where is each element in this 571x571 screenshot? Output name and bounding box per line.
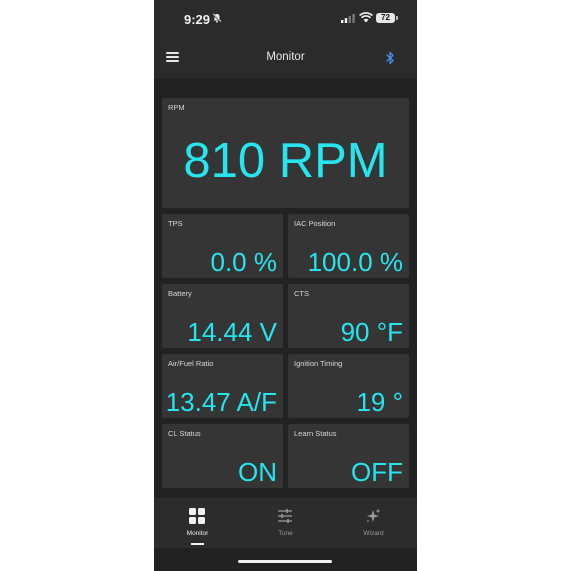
grid-icon [189, 508, 205, 524]
ignition-timing-value: 19 ° [356, 387, 403, 417]
page-title: Monitor [266, 51, 305, 63]
nav-monitor[interactable]: Monitor [154, 498, 241, 548]
iac-position-card: IAC Position 100.0 % [288, 214, 409, 278]
cl-status-value: ON [238, 457, 277, 487]
nav-tune-label: Tune [278, 530, 293, 537]
bell-muted-icon [212, 13, 222, 23]
battery-label: Battery [168, 289, 192, 298]
sparkle-icon [366, 508, 381, 523]
tps-value: 0.0 % [210, 247, 278, 277]
tps-card: TPS 0.0 % [162, 214, 283, 278]
nav-wizard-label: Wizard [363, 530, 384, 537]
nav-monitor-label: Monitor [186, 530, 209, 537]
tps-label: TPS [168, 219, 183, 228]
rpm-card: RPM 810 RPM [162, 98, 409, 208]
rpm-label: RPM [168, 103, 185, 112]
battery-indicator: 72 [376, 13, 395, 23]
active-tab-indicator [191, 543, 204, 545]
bottom-navigation: Monitor Tune Wizard [154, 498, 417, 548]
iac-position-label: IAC Position [294, 219, 336, 228]
learn-status-card: Learn Status OFF [288, 424, 409, 488]
wifi-icon [359, 12, 373, 23]
air-fuel-ratio-card: Air/Fuel Ratio 13.47 A/F [162, 354, 283, 418]
cts-card: CTS 90 °F [288, 284, 409, 348]
cellular-signal-icon [341, 14, 355, 23]
learn-status-value: OFF [351, 457, 403, 487]
phone-screen: 9:29 72 Monitor RPM 810 RPM TPS 0.0 % IA… [154, 0, 417, 571]
home-indicator[interactable] [238, 560, 332, 563]
home-indicator-area [154, 548, 417, 571]
status-time: 9:29 [184, 12, 211, 27]
iac-position-value: 100.0 % [307, 247, 403, 277]
app-header: Monitor [154, 38, 417, 78]
air-fuel-ratio-value: 13.47 A/F [165, 387, 277, 417]
air-fuel-ratio-label: Air/Fuel Ratio [168, 359, 214, 368]
bluetooth-icon[interactable] [384, 51, 396, 65]
battery-value: 14.44 V [187, 317, 277, 347]
ignition-timing-card: Ignition Timing 19 ° [288, 354, 409, 418]
sliders-icon [278, 509, 292, 523]
cl-status-card: CL Status ON [162, 424, 283, 488]
monitor-dashboard: RPM 810 RPM TPS 0.0 % IAC Position 100.0… [154, 78, 417, 498]
nav-wizard[interactable]: Wizard [330, 498, 417, 548]
cl-status-label: CL Status [168, 429, 201, 438]
learn-status-label: Learn Status [294, 429, 337, 438]
status-bar: 9:29 72 [154, 0, 417, 38]
ignition-timing-label: Ignition Timing [294, 359, 343, 368]
rpm-value: 810 RPM [183, 134, 388, 188]
nav-tune[interactable]: Tune [242, 498, 329, 548]
cts-value: 90 °F [340, 317, 403, 347]
cts-label: CTS [294, 289, 309, 298]
battery-tip [396, 16, 398, 20]
battery-card: Battery 14.44 V [162, 284, 283, 348]
